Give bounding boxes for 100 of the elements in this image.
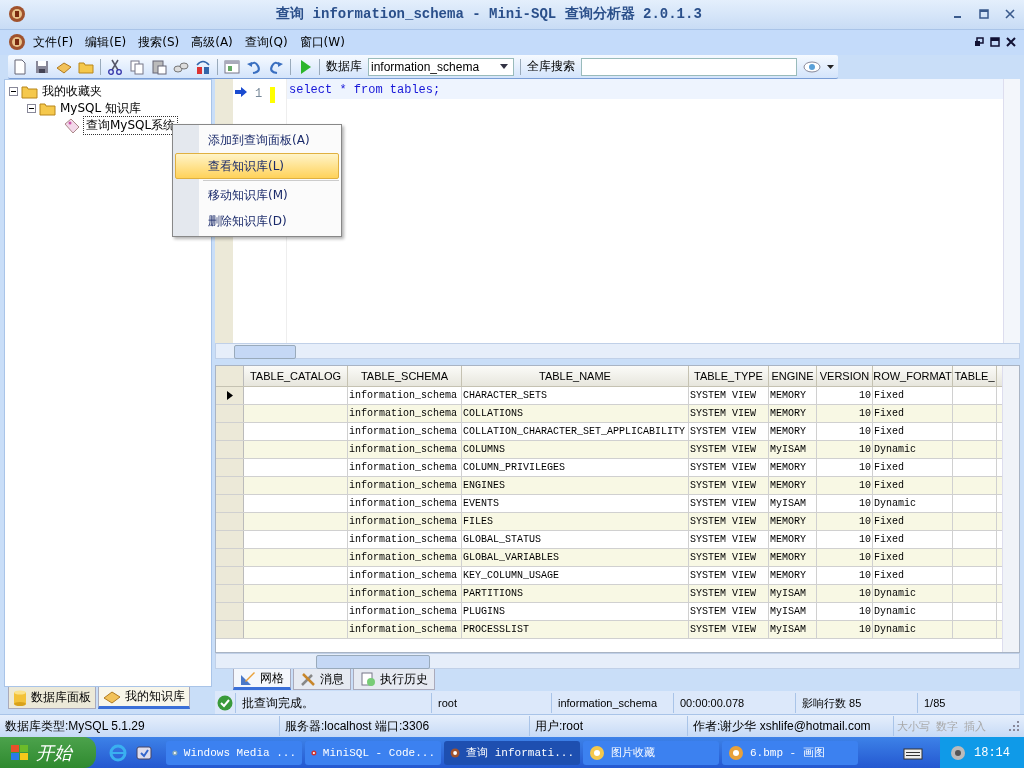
table-cell: Fixed: [873, 387, 953, 405]
vertical-scrollbar[interactable]: [1003, 79, 1020, 344]
menu-item[interactable]: 窗口(W): [294, 31, 350, 53]
close-icon[interactable]: [1006, 37, 1016, 48]
collapse-toggle[interactable]: [27, 104, 36, 114]
result-tab[interactable]: 消息: [293, 669, 351, 691]
table-cell: MEMORY: [769, 531, 817, 549]
cut-icon[interactable]: [107, 58, 123, 75]
table-cell: MyISAM: [769, 621, 817, 639]
column-header[interactable]: TABLE_NAME: [462, 366, 689, 387]
table-cell: information_schema: [348, 495, 462, 513]
restore-icon[interactable]: [974, 37, 984, 48]
speaker-icon[interactable]: [950, 744, 966, 761]
table-cell: Fixed: [873, 459, 953, 477]
result-tab[interactable]: 执行历史: [353, 669, 435, 691]
maximize-icon[interactable]: [978, 8, 990, 21]
paste-icon[interactable]: [151, 58, 167, 75]
menu-item[interactable]: 查看知识库(L): [175, 153, 339, 179]
horizontal-scrollbar[interactable]: [215, 653, 1020, 670]
copy-icon[interactable]: [129, 58, 145, 75]
database-dropdown[interactable]: information_schema: [368, 57, 514, 76]
table-cell: MyISAM: [769, 603, 817, 621]
success-check-icon: [217, 694, 233, 711]
tools-icon: [300, 671, 316, 688]
window-icon[interactable]: [224, 58, 240, 75]
status-field: 批查询完成。: [235, 692, 431, 713]
table-cell: MEMORY: [769, 567, 817, 585]
panel-tab[interactable]: 数据库面板: [8, 687, 96, 710]
table-cell: FILES: [462, 513, 689, 531]
table-cell: Dynamic: [873, 495, 953, 513]
current-row-icon: [226, 391, 233, 401]
browser-icon[interactable]: [109, 743, 127, 762]
panel-tab[interactable]: 我的知识库: [98, 687, 190, 710]
status-field: 数据库类型:MySQL 5.1.29: [0, 716, 280, 737]
keyboard-icon[interactable]: [903, 745, 923, 760]
table-cell: MEMORY: [769, 423, 817, 441]
table-cell: information_schema: [348, 387, 462, 405]
table-cell: GLOBAL_STATUS: [462, 531, 689, 549]
result-tab[interactable]: 网格: [233, 669, 291, 691]
status-field: 用户:root: [530, 716, 688, 737]
eye-icon[interactable]: [803, 60, 821, 73]
dropdown-arrow-icon[interactable]: [827, 64, 834, 69]
tree-item[interactable]: 我的收藏夹: [42, 83, 102, 101]
menu-item[interactable]: 高级(A): [186, 31, 238, 53]
status-field: 作者:谢少华 xshlife@hotmail.com: [688, 716, 894, 737]
status-field: 1/85: [917, 692, 1020, 713]
table-cell: Dynamic: [873, 603, 953, 621]
save-icon[interactable]: [34, 58, 50, 75]
resize-grip-icon[interactable]: [1008, 720, 1020, 733]
table-cell: information_schema: [348, 405, 462, 423]
taskbar-button[interactable]: 查询 informati...: [444, 740, 580, 765]
table-cell: MEMORY: [769, 477, 817, 495]
database-icon: [13, 689, 27, 706]
column-header[interactable]: TABLE_CATALOG: [244, 366, 348, 387]
vertical-scrollbar[interactable]: [1002, 366, 1019, 653]
table-cell: MyISAM: [769, 495, 817, 513]
table-cell: 10: [817, 513, 873, 531]
close-icon[interactable]: [1004, 8, 1016, 21]
table-cell: SYSTEM VIEW: [689, 603, 769, 621]
table-cell: 10: [817, 441, 873, 459]
table-cell: Fixed: [873, 477, 953, 495]
menu-item[interactable]: 搜索(S): [133, 31, 185, 53]
status-field: 00:00:00.078: [673, 692, 795, 713]
table-cell: 10: [817, 531, 873, 549]
table-cell: COLUMN_PRIVILEGES: [462, 459, 689, 477]
collapse-toggle[interactable]: [9, 87, 18, 97]
table-cell: SYSTEM VIEW: [689, 387, 769, 405]
column-header[interactable]: TABLE_: [953, 366, 997, 387]
taskbar-button[interactable]: 图片收藏: [583, 740, 719, 765]
table-cell: 10: [817, 423, 873, 441]
taskbar-button[interactable]: Windows Media ...: [166, 740, 302, 765]
table-cell: MEMORY: [769, 387, 817, 405]
line-number: 1: [255, 87, 263, 102]
start-button[interactable]: 开始: [0, 737, 96, 768]
menu-item[interactable]: 查询(Q): [239, 31, 293, 53]
column-header[interactable]: ROW_FORMAT: [873, 366, 953, 387]
key-indicator: 数字: [935, 718, 959, 734]
tag-icon: [63, 117, 81, 134]
tree-item[interactable]: MySQL 知识库: [60, 100, 142, 118]
table-cell: information_schema: [348, 513, 462, 531]
table-cell: information_schema: [348, 477, 462, 495]
table-cell: MEMORY: [769, 513, 817, 531]
column-header[interactable]: VERSION: [817, 366, 873, 387]
menu-item[interactable]: 文件(F): [28, 31, 79, 53]
menu-item[interactable]: 编辑(E): [80, 31, 132, 53]
desktop-icon[interactable]: [135, 743, 153, 762]
table-cell: MEMORY: [769, 459, 817, 477]
column-header[interactable]: TABLE_TYPE: [689, 366, 769, 387]
search-field[interactable]: [581, 57, 797, 76]
horizontal-scrollbar[interactable]: [215, 343, 1020, 360]
table-cell: information_schema: [348, 441, 462, 459]
taskbar-button[interactable]: MiniSQL - Code...: [305, 740, 441, 765]
maximize-icon[interactable]: [990, 37, 1000, 48]
row-selector[interactable]: [216, 387, 244, 405]
column-header[interactable]: TABLE_SCHEMA: [348, 366, 462, 387]
column-header[interactable]: ENGINE: [769, 366, 817, 387]
new-file-icon[interactable]: [12, 58, 28, 75]
arrow-right-icon: [235, 87, 247, 98]
table-cell: Fixed: [873, 549, 953, 567]
taskbar-button[interactable]: 6.bmp - 画图: [722, 740, 858, 765]
